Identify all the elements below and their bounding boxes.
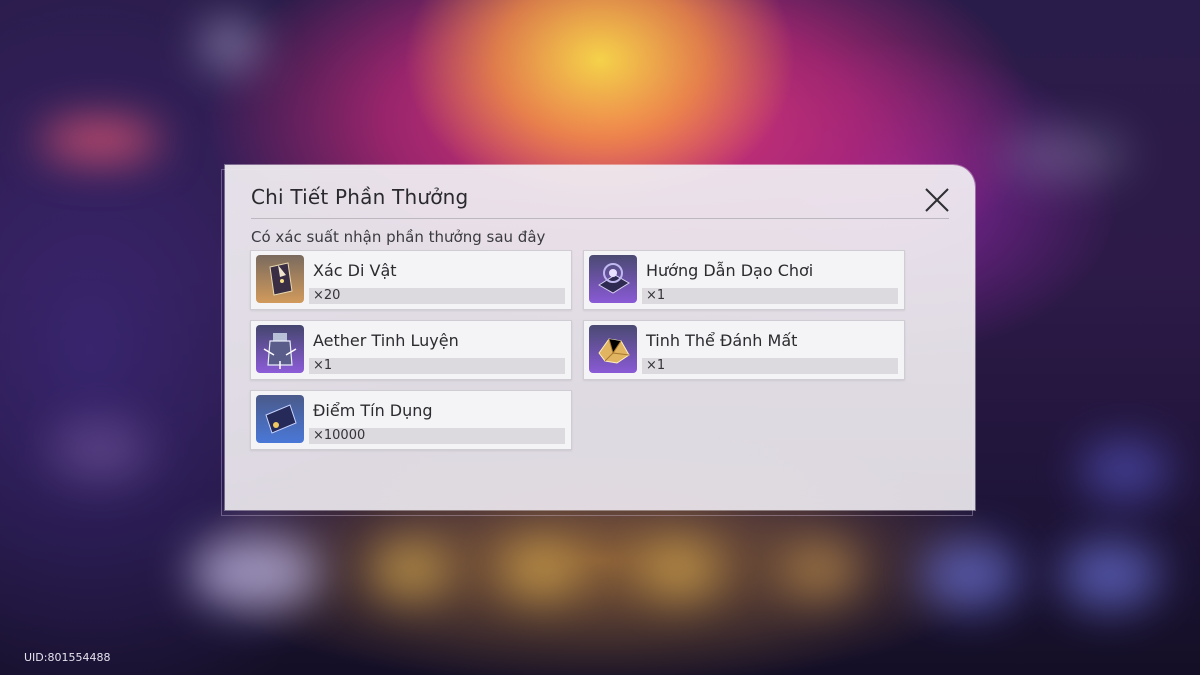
reward-item[interactable]: Điểm Tín Dụng ×10000 (250, 390, 572, 450)
reward-details-dialog: Chi Tiết Phần Thưởng Có xác suất nhận ph… (225, 165, 975, 510)
reward-quantity: ×1 (646, 358, 666, 373)
reward-quantity: ×10000 (313, 428, 366, 443)
reward-item[interactable]: Tinh Thể Đánh Mất ×1 (583, 320, 905, 380)
dialog-title: Chi Tiết Phần Thưởng (251, 185, 469, 209)
reward-list: Xác Di Vật ×20 Hướng Dẫn Dạo Chơi ×1 Aet… (250, 250, 910, 450)
quantity-bar (309, 288, 565, 304)
reward-name: Hướng Dẫn Dạo Chơi (646, 261, 814, 280)
user-id-label: UID:801554488 (24, 651, 111, 664)
refined-aether-icon (256, 325, 304, 373)
quantity-bar (309, 358, 565, 374)
quantity-bar (642, 358, 898, 374)
lost-crystal-icon (589, 325, 637, 373)
credit-card-icon (256, 395, 304, 443)
reward-name: Tinh Thể Đánh Mất (646, 331, 798, 350)
reward-name: Điểm Tín Dụng (313, 401, 433, 420)
reward-name: Xác Di Vật (313, 261, 397, 280)
reward-item[interactable]: Hướng Dẫn Dạo Chơi ×1 (583, 250, 905, 310)
reward-item[interactable]: Aether Tinh Luyện ×1 (250, 320, 572, 380)
quantity-bar (642, 288, 898, 304)
reward-quantity: ×1 (313, 358, 333, 373)
reward-quantity: ×20 (313, 288, 341, 303)
relic-remains-icon (256, 255, 304, 303)
reward-name: Aether Tinh Luyện (313, 331, 459, 350)
title-divider (251, 218, 949, 219)
travel-guide-book-icon (589, 255, 637, 303)
reward-quantity: ×1 (646, 288, 666, 303)
dialog-subtitle: Có xác suất nhận phần thưởng sau đây (251, 228, 546, 246)
close-icon[interactable] (923, 186, 951, 214)
reward-item[interactable]: Xác Di Vật ×20 (250, 250, 572, 310)
